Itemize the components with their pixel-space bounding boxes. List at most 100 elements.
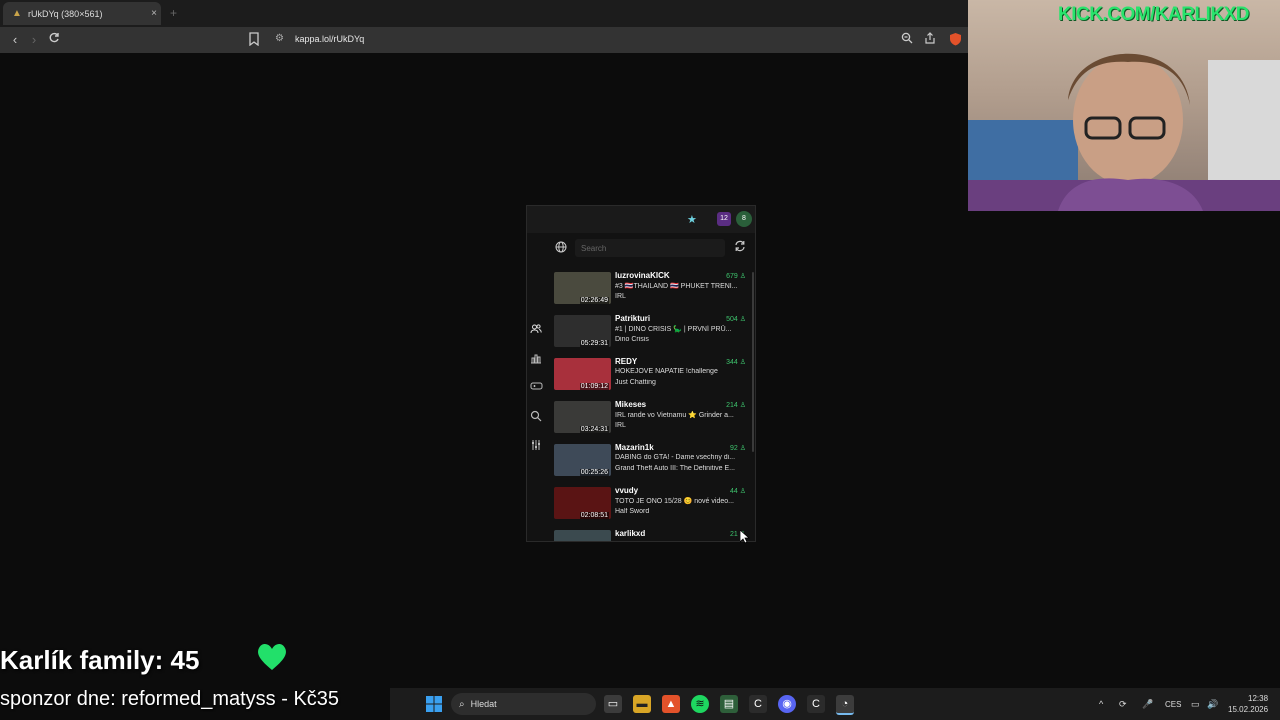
viewer-icon: ♙	[739, 359, 746, 366]
microphone-icon[interactable]: 🎤	[1142, 699, 1153, 710]
app-icon[interactable]: ◔	[836, 695, 854, 715]
stream-thumbnail[interactable]: 03:24:31	[554, 401, 611, 433]
browser-nav-bar	[0, 27, 968, 53]
stream-list-item[interactable]: 02:26:49 luzrovinaKICK #3 🇹🇭THAILAND 🇹🇭 PH…	[554, 271, 748, 308]
streamer-name[interactable]: REDY	[615, 357, 637, 366]
clock-date: 15.02.2026	[1228, 705, 1269, 714]
file-explorer-icon[interactable]: ▬	[633, 695, 651, 713]
language-indicator[interactable]: CES	[1165, 700, 1181, 709]
stream-thumbnail[interactable]: 02:26:49	[554, 272, 611, 304]
search-icon: ⌕	[459, 698, 465, 710]
network-icon[interactable]: ▭	[1191, 699, 1200, 710]
address-bar-url[interactable]: kappa.lol/rUkDYq	[295, 34, 364, 44]
new-tab-button[interactable]: +	[170, 6, 177, 20]
stream-category: Just Chatting	[615, 379, 656, 386]
viewer-icon: ♙	[739, 316, 746, 323]
scrollbar[interactable]	[752, 272, 754, 452]
stream-title: TOTO JE ONO 15/28 😊 nové video...	[615, 498, 734, 505]
browser-tab[interactable]: ▲ rUkDYq (380×561) ×	[3, 2, 161, 25]
stream-title: #1 | DINO CRISIS 🦕 | PRVNÍ PRŮ...	[615, 326, 732, 333]
stream-category: Half Sword	[615, 508, 650, 515]
share-icon[interactable]	[922, 32, 938, 48]
viewer-icon: ♙	[739, 273, 746, 280]
extension-icon[interactable]: 12	[717, 212, 731, 226]
stream-thumbnail[interactable]: 00:25:26	[554, 444, 611, 476]
stream-list-item[interactable]: karlikxd21 ♙	[554, 529, 748, 541]
refresh-icon[interactable]	[734, 240, 746, 255]
reload-icon[interactable]	[46, 32, 62, 48]
zoom-icon[interactable]	[899, 32, 915, 48]
windows-start-icon[interactable]	[426, 696, 442, 717]
settings-sliders-icon[interactable]	[529, 439, 543, 453]
mouse-cursor-icon	[739, 529, 751, 549]
spotify-icon[interactable]: ≋	[691, 695, 709, 713]
stream-list-item[interactable]: 00:25:26 Mazarin1k DABING do GTA! - Dame v…	[554, 443, 748, 480]
stream-thumbnail[interactable]	[554, 530, 611, 541]
stream-duration: 05:29:31	[579, 340, 609, 347]
users-icon[interactable]	[529, 323, 543, 337]
taskbar-search[interactable]: ⌕ Hledat	[451, 693, 596, 715]
stream-duration: 02:26:49	[579, 297, 609, 304]
stream-category: IRL	[615, 422, 626, 429]
viewer-count: 214 ♙	[726, 402, 746, 409]
volume-icon[interactable]: 🔊	[1207, 699, 1218, 710]
stream-list-item[interactable]: 01:09:12 REDY HOKEJOVE NAPATIE !challenge J…	[554, 357, 748, 394]
stream-thumbnail[interactable]: 05:29:31	[554, 315, 611, 347]
site-info-icon[interactable]: ⚙	[275, 33, 284, 44]
webcam-feed: KICK.COM/KARLIKXD	[968, 0, 1280, 211]
stream-duration: 01:09:12	[579, 383, 609, 390]
webcam-banner: KICK.COM/KARLIKXD	[1058, 4, 1250, 25]
stream-thumbnail[interactable]: 02:08:51	[554, 487, 611, 519]
search-input[interactable]	[575, 239, 725, 257]
streamer-name[interactable]: karlikxd	[615, 529, 645, 538]
task-view-icon[interactable]: ▭	[604, 695, 622, 713]
stream-list-item[interactable]: 03:24:31 Mikeses IRL rande vo Vietnamu ⭐ G…	[554, 400, 748, 437]
bookmark-icon[interactable]	[248, 32, 260, 51]
stream-title: #3 🇹🇭THAILAND 🇹🇭 PHUKET TRENI...	[615, 283, 738, 290]
tab-close-icon[interactable]: ×	[147, 8, 161, 19]
stream-list-item[interactable]: 05:29:31 Patrikturi #1 | DINO CRISIS 🦕 | P…	[554, 314, 748, 351]
stream-category: Dino Crisis	[615, 336, 649, 343]
forward-icon[interactable]: ›	[26, 32, 42, 48]
viewer-icon: ♙	[739, 402, 746, 409]
stream-category: Grand Theft Auto III: The Definitive E..…	[615, 465, 735, 472]
viewer-count: 44 ♙	[729, 488, 746, 495]
stream-title: DABING do GTA! - Dame vsechny di...	[615, 454, 736, 461]
viewer-count: 504 ♙	[726, 316, 746, 323]
globe-icon[interactable]	[555, 241, 567, 256]
stream-duration: 02:08:51	[579, 512, 609, 519]
stream-title: IRL rande vo Vietnamu ⭐ Grinder a...	[615, 412, 734, 419]
streamer-name[interactable]: vvudy	[615, 486, 638, 495]
tab-favicon-icon: ▲	[12, 7, 22, 19]
app-icon[interactable]: ▤	[720, 695, 738, 713]
chart-icon[interactable]	[529, 352, 543, 366]
stream-duration: 03:24:31	[579, 426, 609, 433]
viewer-count: 344 ♙	[726, 359, 746, 366]
clock-time: 12:38	[1248, 694, 1269, 703]
stream-thumbnail[interactable]: 01:09:12	[554, 358, 611, 390]
brave-shield-icon[interactable]	[947, 32, 963, 48]
search-icon[interactable]	[529, 410, 543, 424]
family-counter: Karlík family: 45	[0, 645, 200, 675]
viewer-icon: ♙	[739, 445, 746, 452]
streamer-name[interactable]: luzrovinaKICK	[615, 271, 670, 280]
streamer-name[interactable]: Mazarin1k	[615, 443, 654, 452]
extension-icon[interactable]: 8	[736, 211, 752, 227]
app-icon[interactable]: C	[807, 695, 825, 713]
viewer-count: 92 ♙	[729, 445, 746, 452]
app-icon[interactable]: C	[749, 695, 767, 713]
streamer-name[interactable]: Patrikturi	[615, 314, 650, 323]
stream-list-item[interactable]: 02:08:51 vvudy TOTO JE ONO 15/28 😊 nové vi…	[554, 486, 748, 523]
viewer-icon: ♙	[739, 488, 746, 495]
chevron-up-icon[interactable]: ^	[1099, 699, 1103, 709]
clock[interactable]: 12:38 15.02.2026	[1228, 693, 1268, 715]
streamer-name[interactable]: Mikeses	[615, 400, 646, 409]
back-icon[interactable]: ‹	[7, 32, 23, 48]
brave-browser-icon[interactable]: ▲	[662, 695, 680, 713]
gamepad-icon[interactable]	[529, 381, 543, 395]
favorite-star-icon[interactable]: ★	[687, 213, 697, 226]
sponsor-text: sponzor dne: reformed_matyss - Kč35	[0, 688, 340, 710]
taskbar-search-label: Hledat	[470, 699, 497, 709]
discord-icon[interactable]: ◉	[778, 695, 796, 713]
sync-icon[interactable]: ⟳	[1119, 699, 1127, 710]
